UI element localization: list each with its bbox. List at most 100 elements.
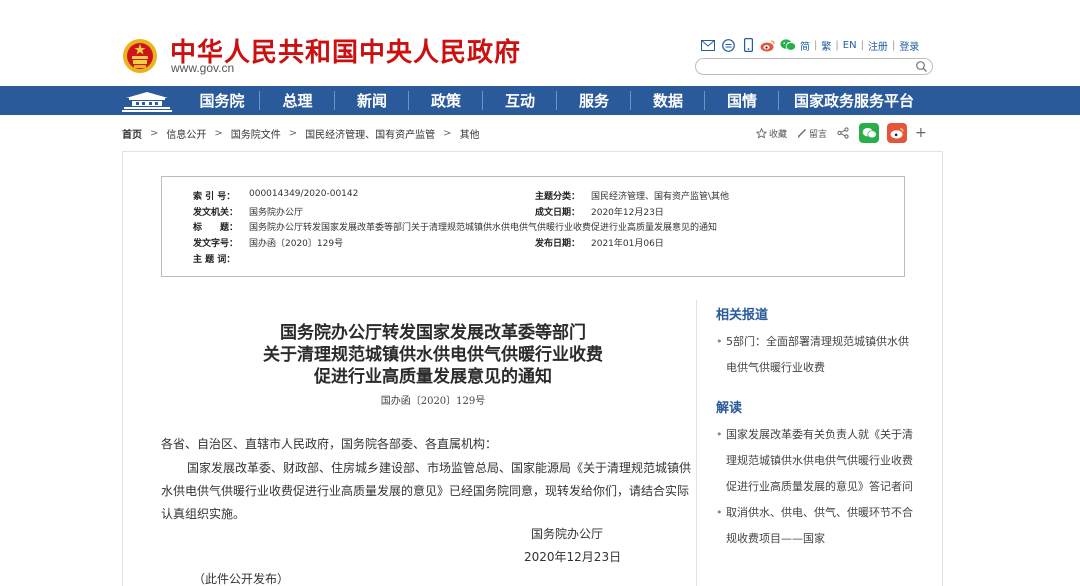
- related-reports-title: 相关报道: [716, 308, 769, 323]
- nav-item-policy[interactable]: 政策: [409, 86, 483, 115]
- search-box: [695, 58, 933, 79]
- info-value: 国民经济管理、国有资产监管\其他: [591, 192, 730, 202]
- separator: |: [814, 39, 818, 51]
- info-value: 2020年12月23日: [591, 208, 664, 218]
- info-label: 发文机关：: [193, 208, 239, 218]
- breadcrumb-info-disclosure[interactable]: 信息公开: [166, 126, 206, 141]
- star-icon: [756, 127, 767, 139]
- info-value: 国务院办公厅: [249, 208, 304, 218]
- info-label: 主 题 词：: [193, 255, 236, 265]
- link-english[interactable]: EN: [843, 40, 857, 51]
- article-title-line: 促进行业高质量发展意见的通知: [314, 367, 552, 387]
- related-reports: 相关报道 • 5部门：全面部署清理规范城镇供水供电供气供暖行业收费: [716, 304, 916, 381]
- interpretation-item[interactable]: • 取消供水、供电、供气、供暖环节不合规收费项目——国家: [716, 500, 916, 552]
- comment-button[interactable]: 留言: [797, 127, 827, 140]
- weibo-icon[interactable]: [760, 37, 776, 53]
- chevron-right-icon: >: [150, 128, 159, 139]
- article-paragraph: 国家发展改革委、财政部、住房城乡建设部、市场监管总局、国家能源局《关于清理规范城…: [161, 461, 692, 521]
- site-domain: www.gov.cn: [171, 61, 235, 75]
- info-title: 标 题： 国务院办公厅转发国家发展改革委等部门关于清理规范城镇供水供电供气供暖行…: [193, 220, 717, 233]
- search-input[interactable]: [704, 64, 914, 79]
- breadcrumb-bar: 首页 > 信息公开 > 国务院文件 > 国民经济管理、国有资产监管 > 其他 收…: [0, 115, 1080, 151]
- separator: |: [891, 39, 896, 51]
- content-panel: 索 引 号： 000014349/2020-00142 主题分类： 国民经济管理…: [122, 151, 943, 586]
- nav-item-data[interactable]: 数据: [631, 86, 705, 115]
- article-note: （此件公开发布）: [193, 572, 290, 586]
- info-label: 发文字号：: [193, 239, 239, 249]
- related-item[interactable]: • 5部门：全面部署清理规范城镇供水供电供气供暖行业收费: [716, 329, 916, 381]
- bullet: •: [716, 506, 723, 519]
- info-doc-number: 发文字号： 国办函〔2020〕129号: [193, 236, 343, 249]
- info-label: 成文日期：: [535, 208, 581, 218]
- info-value: 000014349/2020-00142: [249, 189, 359, 199]
- interpretation-item[interactable]: • 国家发展改革委有关负责人就《关于清理规范城镇供水供电供气供暖行业收费促进行业高…: [716, 422, 916, 500]
- nav-item-service-platform[interactable]: 国家政务服务平台: [779, 86, 929, 115]
- national-emblem-icon[interactable]: [122, 37, 158, 75]
- info-value: 2021年01月06日: [591, 239, 664, 249]
- interpretation-item-text: 国家发展改革委有关负责人就《关于清理规范城镇供水供电供气供暖行业收费促进行业高质…: [726, 428, 913, 493]
- separator: |: [835, 39, 839, 51]
- article-title-line: 关于清理规范城镇供水供电供气供暖行业收费: [263, 345, 603, 365]
- article-signer: 国务院办公厅: [531, 527, 604, 541]
- top-links: 简 | 繁 | EN | 注册 | 登录: [700, 36, 919, 54]
- interpretation: 解读 • 国家发展改革委有关负责人就《关于清理规范城镇供水供电供气供暖行业收费促进…: [716, 397, 916, 552]
- separator: |: [860, 39, 864, 51]
- link-register[interactable]: 注册: [868, 38, 888, 53]
- share-icon: [837, 127, 849, 139]
- related-list: • 5部门：全面部署清理规范城镇供水供电供气供暖行业收费: [716, 329, 916, 381]
- nav-item-services[interactable]: 服务: [557, 86, 631, 115]
- search-icon[interactable]: [915, 60, 928, 73]
- article-date: 2020年12月23日: [524, 550, 622, 564]
- weibo-share-icon[interactable]: [887, 123, 908, 143]
- info-label: 标 题：: [193, 223, 239, 233]
- tiananmen-icon: [122, 92, 172, 112]
- chevron-right-icon: >: [443, 128, 452, 139]
- bullet: •: [716, 428, 723, 441]
- info-issuer: 发文机关： 国务院办公厅: [193, 205, 303, 218]
- link-login[interactable]: 登录: [899, 38, 919, 53]
- link-traditional[interactable]: 繁: [821, 38, 831, 53]
- wechat-icon[interactable]: [780, 37, 796, 53]
- breadcrumb: 首页 > 信息公开 > 国务院文件 > 国民经济管理、国有资产监管 > 其他: [122, 126, 480, 141]
- info-label: 主题分类：: [535, 192, 581, 202]
- favorite-button[interactable]: 收藏: [756, 127, 787, 140]
- info-value: 国务院办公厅转发国家发展改革委等部门关于清理规范城镇供水供电供气供暖行业收费促进…: [249, 223, 718, 233]
- chevron-right-icon: >: [214, 128, 223, 139]
- nav-item-news[interactable]: 新闻: [335, 86, 409, 115]
- breadcrumb-home[interactable]: 首页: [122, 126, 142, 141]
- interpretation-list: • 国家发展改革委有关负责人就《关于清理规范城镇供水供电供气供暖行业收费促进行业高…: [716, 422, 916, 552]
- link-simplified[interactable]: 简: [800, 38, 810, 53]
- breadcrumb-state-council-docs[interactable]: 国务院文件: [231, 126, 281, 141]
- share-tools: 收藏 留言 +: [756, 123, 927, 143]
- info-label: 发布日期：: [535, 239, 581, 249]
- mail-icon[interactable]: [700, 37, 716, 53]
- nav-item-state-council[interactable]: 国务院: [184, 86, 260, 115]
- message-icon[interactable]: [720, 37, 736, 53]
- related-item-text: 5部门：全面部署清理规范城镇供水供电供气供暖行业收费: [726, 335, 909, 374]
- favorite-label: 收藏: [769, 129, 788, 140]
- bullet: •: [716, 335, 723, 348]
- nav-item-interaction[interactable]: 互动: [483, 86, 557, 115]
- interpretation-item-text: 取消供水、供电、供气、供暖环节不合规收费项目——国家: [726, 506, 913, 545]
- breadcrumb-other[interactable]: 其他: [460, 126, 480, 141]
- breadcrumb-economy[interactable]: 国民经济管理、国有资产监管: [305, 126, 435, 141]
- info-written-date: 成文日期： 2020年12月23日: [535, 205, 664, 218]
- share-button[interactable]: [837, 127, 849, 139]
- comment-label: 留言: [809, 129, 828, 140]
- info-label: 索 引 号：: [193, 192, 236, 202]
- site-header: 中华人民共和国中央人民政府 www.gov.cn 简 | 繁 | EN | 注册…: [0, 0, 1080, 86]
- document-info-box: 索 引 号： 000014349/2020-00142 主题分类： 国民经济管理…: [161, 176, 905, 277]
- divider: [696, 300, 697, 586]
- mobile-icon[interactable]: [740, 37, 756, 53]
- article-title-line: 国务院办公厅转发国家发展改革委等部门: [280, 323, 586, 343]
- nav-item-national-info[interactable]: 国情: [705, 86, 779, 115]
- article-salutation: 各省、自治区、直辖市人民政府，国务院各部委、各直属机构：: [161, 437, 498, 451]
- more-share-icon[interactable]: +: [915, 125, 927, 141]
- main-nav: 国务院 总理 新闻 政策 互动 服务 数据 国情 国家政务服务平台: [0, 86, 1080, 115]
- nav-item-premier[interactable]: 总理: [260, 86, 335, 115]
- info-published-date: 发布日期： 2021年01月06日: [535, 236, 664, 249]
- wechat-share-icon[interactable]: [859, 123, 880, 143]
- info-keywords: 主 题 词：: [193, 252, 249, 265]
- info-index: 索 引 号： 000014349/2020-00142: [193, 189, 358, 202]
- info-category: 主题分类： 国民经济管理、国有资产监管\其他: [535, 189, 729, 202]
